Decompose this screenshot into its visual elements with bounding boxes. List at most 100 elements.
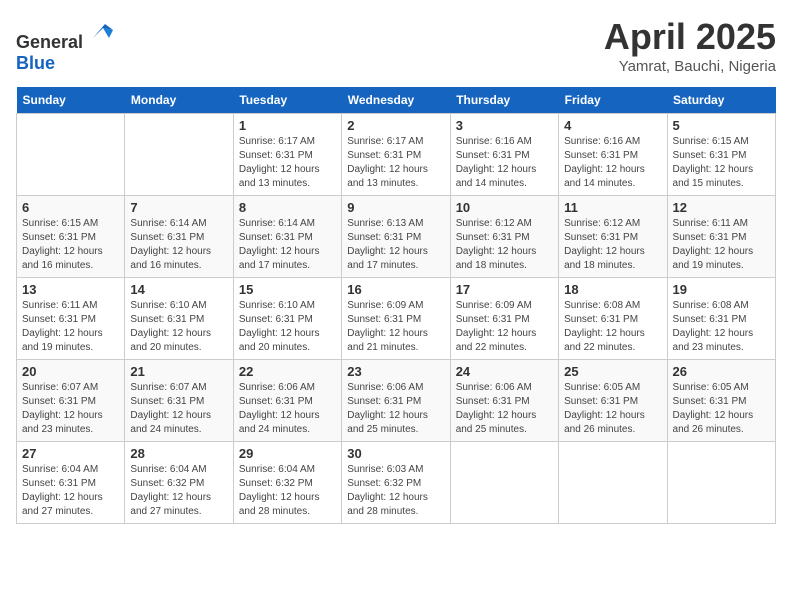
day-number: 24 xyxy=(456,364,553,379)
weekday-header-row: SundayMondayTuesdayWednesdayThursdayFrid… xyxy=(17,87,776,114)
day-cell: 23Sunrise: 6:06 AMSunset: 6:31 PMDayligh… xyxy=(342,360,450,442)
week-row-5: 27 Sunrise: 6:04 AMSunset: 6:31 PMDayligh… xyxy=(17,442,776,524)
day-cell xyxy=(667,442,775,524)
day-info: Sunrise: 6:10 AMSunset: 6:31 PMDaylight:… xyxy=(130,299,227,355)
day-cell: 3 Sunrise: 6:16 AMSunset: 6:31 PMDaylight… xyxy=(450,114,558,196)
week-row-4: 20 Sunrise: 6:07 AMSunset: 6:31 PMDayligh… xyxy=(17,360,776,442)
day-info: Sunrise: 6:03 AMSunset: 6:32 PMDaylight:… xyxy=(347,463,444,519)
day-cell: 15 Sunrise: 6:10 AMSunset: 6:31 PMDayligh… xyxy=(233,278,341,360)
day-info: Sunrise: 6:09 AMSunset: 6:31 PMDaylight:… xyxy=(347,299,444,355)
day-number: 30 xyxy=(347,446,444,461)
day-cell: 1 Sunrise: 6:17 AMSunset: 6:31 PMDaylight… xyxy=(233,114,341,196)
day-cell: 16 Sunrise: 6:09 AMSunset: 6:31 PMDayligh… xyxy=(342,278,450,360)
day-number: 27 xyxy=(22,446,119,461)
day-info: Sunrise: 6:15 AMSunset: 6:31 PMDaylight:… xyxy=(22,217,119,273)
day-info: Sunrise: 6:08 AMSunset: 6:31 PMDaylight:… xyxy=(673,299,770,355)
calendar-table: SundayMondayTuesdayWednesdayThursdayFrid… xyxy=(16,87,776,524)
day-cell xyxy=(17,114,125,196)
day-cell: 14 Sunrise: 6:10 AMSunset: 6:31 PMDayligh… xyxy=(125,278,233,360)
day-info: Sunrise: 6:04 AMSunset: 6:32 PMDaylight:… xyxy=(239,463,336,519)
day-cell xyxy=(125,114,233,196)
logo-blue: Blue xyxy=(16,53,55,73)
day-cell: 13 Sunrise: 6:11 AMSunset: 6:31 PMDayligh… xyxy=(17,278,125,360)
day-info: Sunrise: 6:17 AMSunset: 6:31 PMDaylight:… xyxy=(347,135,444,191)
day-number: 5 xyxy=(673,118,770,133)
day-number: 12 xyxy=(673,200,770,215)
day-info: Sunrise: 6:11 AMSunset: 6:31 PMDaylight:… xyxy=(22,299,119,355)
day-number: 18 xyxy=(564,282,661,297)
day-cell: 9Sunrise: 6:13 AMSunset: 6:31 PMDaylight… xyxy=(342,196,450,278)
day-number: 4 xyxy=(564,118,661,133)
month-title: April 2025 xyxy=(604,16,776,58)
day-number: 15 xyxy=(239,282,336,297)
day-info: Sunrise: 6:12 AMSunset: 6:31 PMDaylight:… xyxy=(456,217,553,273)
day-cell: 7 Sunrise: 6:14 AMSunset: 6:31 PMDaylight… xyxy=(125,196,233,278)
day-number: 1 xyxy=(239,118,336,133)
day-info: Sunrise: 6:04 AMSunset: 6:32 PMDaylight:… xyxy=(130,463,227,519)
day-number: 3 xyxy=(456,118,553,133)
day-number: 28 xyxy=(130,446,227,461)
day-info: Sunrise: 6:16 AMSunset: 6:31 PMDaylight:… xyxy=(456,135,553,191)
day-number: 19 xyxy=(673,282,770,297)
day-cell: 8 Sunrise: 6:14 AMSunset: 6:31 PMDaylight… xyxy=(233,196,341,278)
day-number: 20 xyxy=(22,364,119,379)
weekday-header-wednesday: Wednesday xyxy=(342,87,450,114)
weekday-header-tuesday: Tuesday xyxy=(233,87,341,114)
day-info: Sunrise: 6:06 AMSunset: 6:31 PMDaylight:… xyxy=(456,381,553,437)
day-number: 16 xyxy=(347,282,444,297)
weekday-header-friday: Friday xyxy=(559,87,667,114)
day-cell: 20Sunrise: 6:07 AMSunset: 6:31 PMDayligh… xyxy=(17,360,125,442)
day-info: Sunrise: 6:04 AMSunset: 6:31 PMDaylight:… xyxy=(22,463,119,519)
day-cell: 24 Sunrise: 6:06 AMSunset: 6:31 PMDayligh… xyxy=(450,360,558,442)
day-number: 2 xyxy=(347,118,444,133)
day-cell: 28 Sunrise: 6:04 AMSunset: 6:32 PMDayligh… xyxy=(125,442,233,524)
day-info: Sunrise: 6:09 AMSunset: 6:31 PMDaylight:… xyxy=(456,299,553,355)
day-info: Sunrise: 6:14 AMSunset: 6:31 PMDaylight:… xyxy=(130,217,227,273)
day-number: 8 xyxy=(239,200,336,215)
day-cell: 27 Sunrise: 6:04 AMSunset: 6:31 PMDayligh… xyxy=(17,442,125,524)
day-info: Sunrise: 6:07 AMSunset: 6:31 PMDaylight:… xyxy=(130,381,227,437)
day-number: 11 xyxy=(564,200,661,215)
day-number: 7 xyxy=(130,200,227,215)
day-cell: 17Sunrise: 6:09 AMSunset: 6:31 PMDayligh… xyxy=(450,278,558,360)
day-cell: 21Sunrise: 6:07 AMSunset: 6:31 PMDayligh… xyxy=(125,360,233,442)
day-cell: 22Sunrise: 6:06 AMSunset: 6:31 PMDayligh… xyxy=(233,360,341,442)
page-header: General Blue April 2025 Yamrat, Bauchi, … xyxy=(16,16,776,75)
day-info: Sunrise: 6:15 AMSunset: 6:31 PMDaylight:… xyxy=(673,135,770,191)
day-info: Sunrise: 6:06 AMSunset: 6:31 PMDaylight:… xyxy=(239,381,336,437)
day-cell: 4Sunrise: 6:16 AMSunset: 6:31 PMDaylight… xyxy=(559,114,667,196)
day-number: 14 xyxy=(130,282,227,297)
day-info: Sunrise: 6:13 AMSunset: 6:31 PMDaylight:… xyxy=(347,217,444,273)
day-cell: 29 Sunrise: 6:04 AMSunset: 6:32 PMDayligh… xyxy=(233,442,341,524)
day-cell: 11 Sunrise: 6:12 AMSunset: 6:31 PMDayligh… xyxy=(559,196,667,278)
day-number: 6 xyxy=(22,200,119,215)
title-block: April 2025 Yamrat, Bauchi, Nigeria xyxy=(604,16,776,75)
day-cell: 30 Sunrise: 6:03 AMSunset: 6:32 PMDayligh… xyxy=(342,442,450,524)
day-cell: 5 Sunrise: 6:15 AMSunset: 6:31 PMDaylight… xyxy=(667,114,775,196)
week-row-3: 13 Sunrise: 6:11 AMSunset: 6:31 PMDayligh… xyxy=(17,278,776,360)
day-cell: 26 Sunrise: 6:05 AMSunset: 6:31 PMDayligh… xyxy=(667,360,775,442)
day-cell: 6 Sunrise: 6:15 AMSunset: 6:31 PMDaylight… xyxy=(17,196,125,278)
day-info: Sunrise: 6:14 AMSunset: 6:31 PMDaylight:… xyxy=(239,217,336,273)
week-row-1: 1 Sunrise: 6:17 AMSunset: 6:31 PMDaylight… xyxy=(17,114,776,196)
day-cell xyxy=(559,442,667,524)
day-info: Sunrise: 6:17 AMSunset: 6:31 PMDaylight:… xyxy=(239,135,336,191)
logo-bird-icon xyxy=(85,16,117,48)
logo-general: General xyxy=(16,32,83,52)
weekday-header-thursday: Thursday xyxy=(450,87,558,114)
day-number: 23 xyxy=(347,364,444,379)
day-info: Sunrise: 6:10 AMSunset: 6:31 PMDaylight:… xyxy=(239,299,336,355)
day-info: Sunrise: 6:05 AMSunset: 6:31 PMDaylight:… xyxy=(673,381,770,437)
day-info: Sunrise: 6:12 AMSunset: 6:31 PMDaylight:… xyxy=(564,217,661,273)
day-number: 26 xyxy=(673,364,770,379)
day-number: 13 xyxy=(22,282,119,297)
day-cell: 18 Sunrise: 6:08 AMSunset: 6:31 PMDayligh… xyxy=(559,278,667,360)
location: Yamrat, Bauchi, Nigeria xyxy=(604,58,776,75)
day-info: Sunrise: 6:05 AMSunset: 6:31 PMDaylight:… xyxy=(564,381,661,437)
day-info: Sunrise: 6:08 AMSunset: 6:31 PMDaylight:… xyxy=(564,299,661,355)
day-number: 10 xyxy=(456,200,553,215)
day-info: Sunrise: 6:11 AMSunset: 6:31 PMDaylight:… xyxy=(673,217,770,273)
day-cell: 2 Sunrise: 6:17 AMSunset: 6:31 PMDaylight… xyxy=(342,114,450,196)
day-number: 29 xyxy=(239,446,336,461)
weekday-header-monday: Monday xyxy=(125,87,233,114)
